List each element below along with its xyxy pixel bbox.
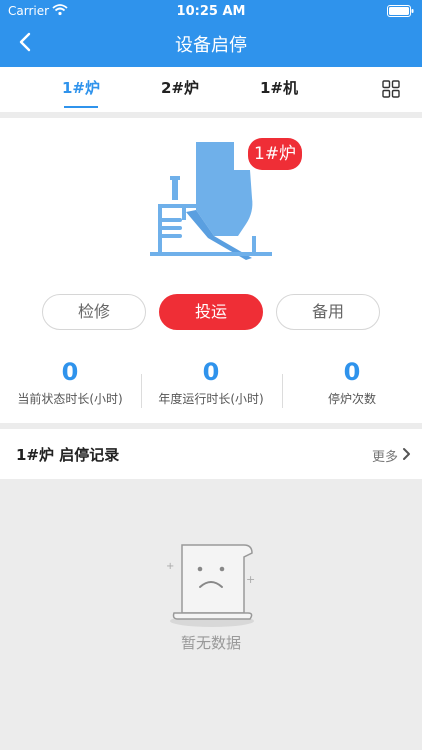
stat-label: 年度运行时长(小时) <box>158 392 264 406</box>
stat-current-duration: 0 当前状态时长(小时) <box>0 358 140 407</box>
stat-value: 0 <box>61 358 79 386</box>
stat-label: 停炉次数 <box>327 392 376 406</box>
tab-2-furnace[interactable]: 2#炉 <box>150 77 210 98</box>
stat-shutdown-count: 0 停炉次数 <box>282 358 422 407</box>
page-title: 设备启停 <box>175 35 247 56</box>
svg-text:+: + <box>246 573 255 586</box>
status-time: 10:25 AM <box>176 4 246 19</box>
records-title: 1#炉 启停记录 <box>16 446 120 464</box>
device-panel: 1#炉 检修 投运 备用 0 当前状态时长(小时) 0 年度运行时长(小时) 0… <box>0 118 422 423</box>
svg-text:+: + <box>166 561 174 572</box>
unit-badge: 1#炉 <box>248 138 303 170</box>
grid-icon[interactable] <box>382 80 400 98</box>
tab-active-indicator <box>64 106 98 108</box>
header: Carrier 10:25 AM 设备启停 <box>0 0 422 67</box>
tab-bar: 1#炉 2#炉 1#机 <box>0 67 422 112</box>
status-bar: Carrier 10:25 AM <box>0 0 422 22</box>
more-link[interactable]: 更多 <box>372 446 398 465</box>
in-operation-button[interactable]: 投运 <box>159 294 263 330</box>
battery-icon <box>387 5 414 17</box>
records-header: 1#炉 启停记录 更多 <box>0 429 422 479</box>
chevron-right-icon[interactable] <box>402 447 412 461</box>
tab-1-furnace[interactable]: 1#炉 <box>51 77 111 98</box>
stat-label: 当前状态时长(小时) <box>17 392 123 406</box>
stat-annual-runtime: 0 年度运行时长(小时) <box>141 358 281 407</box>
standby-button[interactable]: 备用 <box>276 294 380 330</box>
stat-value: 0 <box>202 358 220 386</box>
maintenance-button[interactable]: 检修 <box>42 294 146 330</box>
tab-1-machine[interactable]: 1#机 <box>249 77 309 98</box>
empty-document-icon: + + <box>166 544 255 627</box>
stat-value: 0 <box>343 358 361 386</box>
empty-message: 暂无数据 <box>180 634 241 652</box>
empty-state: + + 暂无数据 <box>0 479 422 750</box>
